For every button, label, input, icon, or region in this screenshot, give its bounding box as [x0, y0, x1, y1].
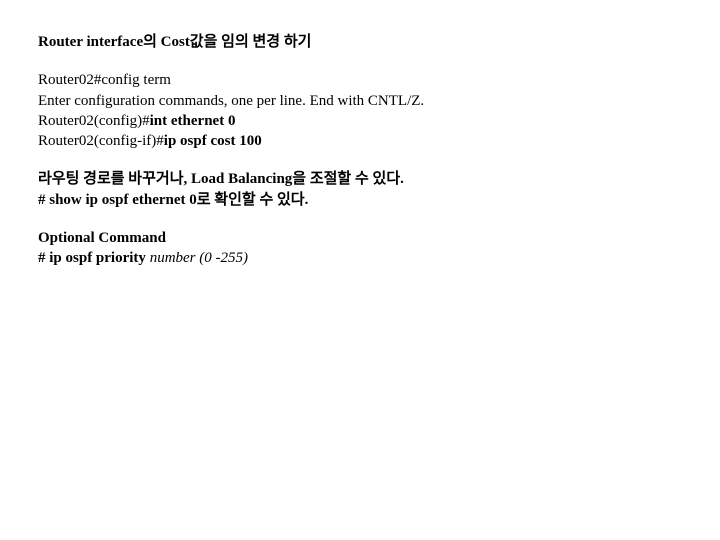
note-line-1: 라우팅 경로를 바꾸거나, Load Balancing을 조절할 수 있다. [38, 169, 682, 189]
config-line-4-cmd: ip ospf cost 100 [164, 133, 262, 149]
config-line-4: Router02(config-if)#ip ospf cost 100 [38, 131, 682, 151]
optional-heading: Optional Command [38, 228, 682, 248]
config-line-3: Router02(config)#int ethernet 0 [38, 111, 682, 131]
section-title: Router interface의 Cost값을 임의 변경 하기 [38, 32, 682, 52]
optional-cmd-arg: number (0 -255) [150, 250, 248, 266]
config-line-2: Enter configuration commands, one per li… [38, 91, 682, 111]
config-line-3-cmd: int ethernet 0 [150, 113, 236, 129]
config-line-4-prefix: Router02(config-if)# [38, 133, 164, 149]
note-block: 라우팅 경로를 바꾸거나, Load Balancing을 조절할 수 있다. … [38, 169, 682, 210]
config-line-1: Router02#config term [38, 70, 682, 90]
config-line-3-prefix: Router02(config)# [38, 113, 150, 129]
optional-block: Optional Command # ip ospf priority numb… [38, 228, 682, 269]
optional-cmd-prefix: # ip ospf priority [38, 250, 150, 266]
note-line-2: # show ip ospf ethernet 0로 확인할 수 있다. [38, 190, 682, 210]
optional-command: # ip ospf priority number (0 -255) [38, 248, 682, 268]
config-block: Router02#config term Enter configuration… [38, 70, 682, 151]
